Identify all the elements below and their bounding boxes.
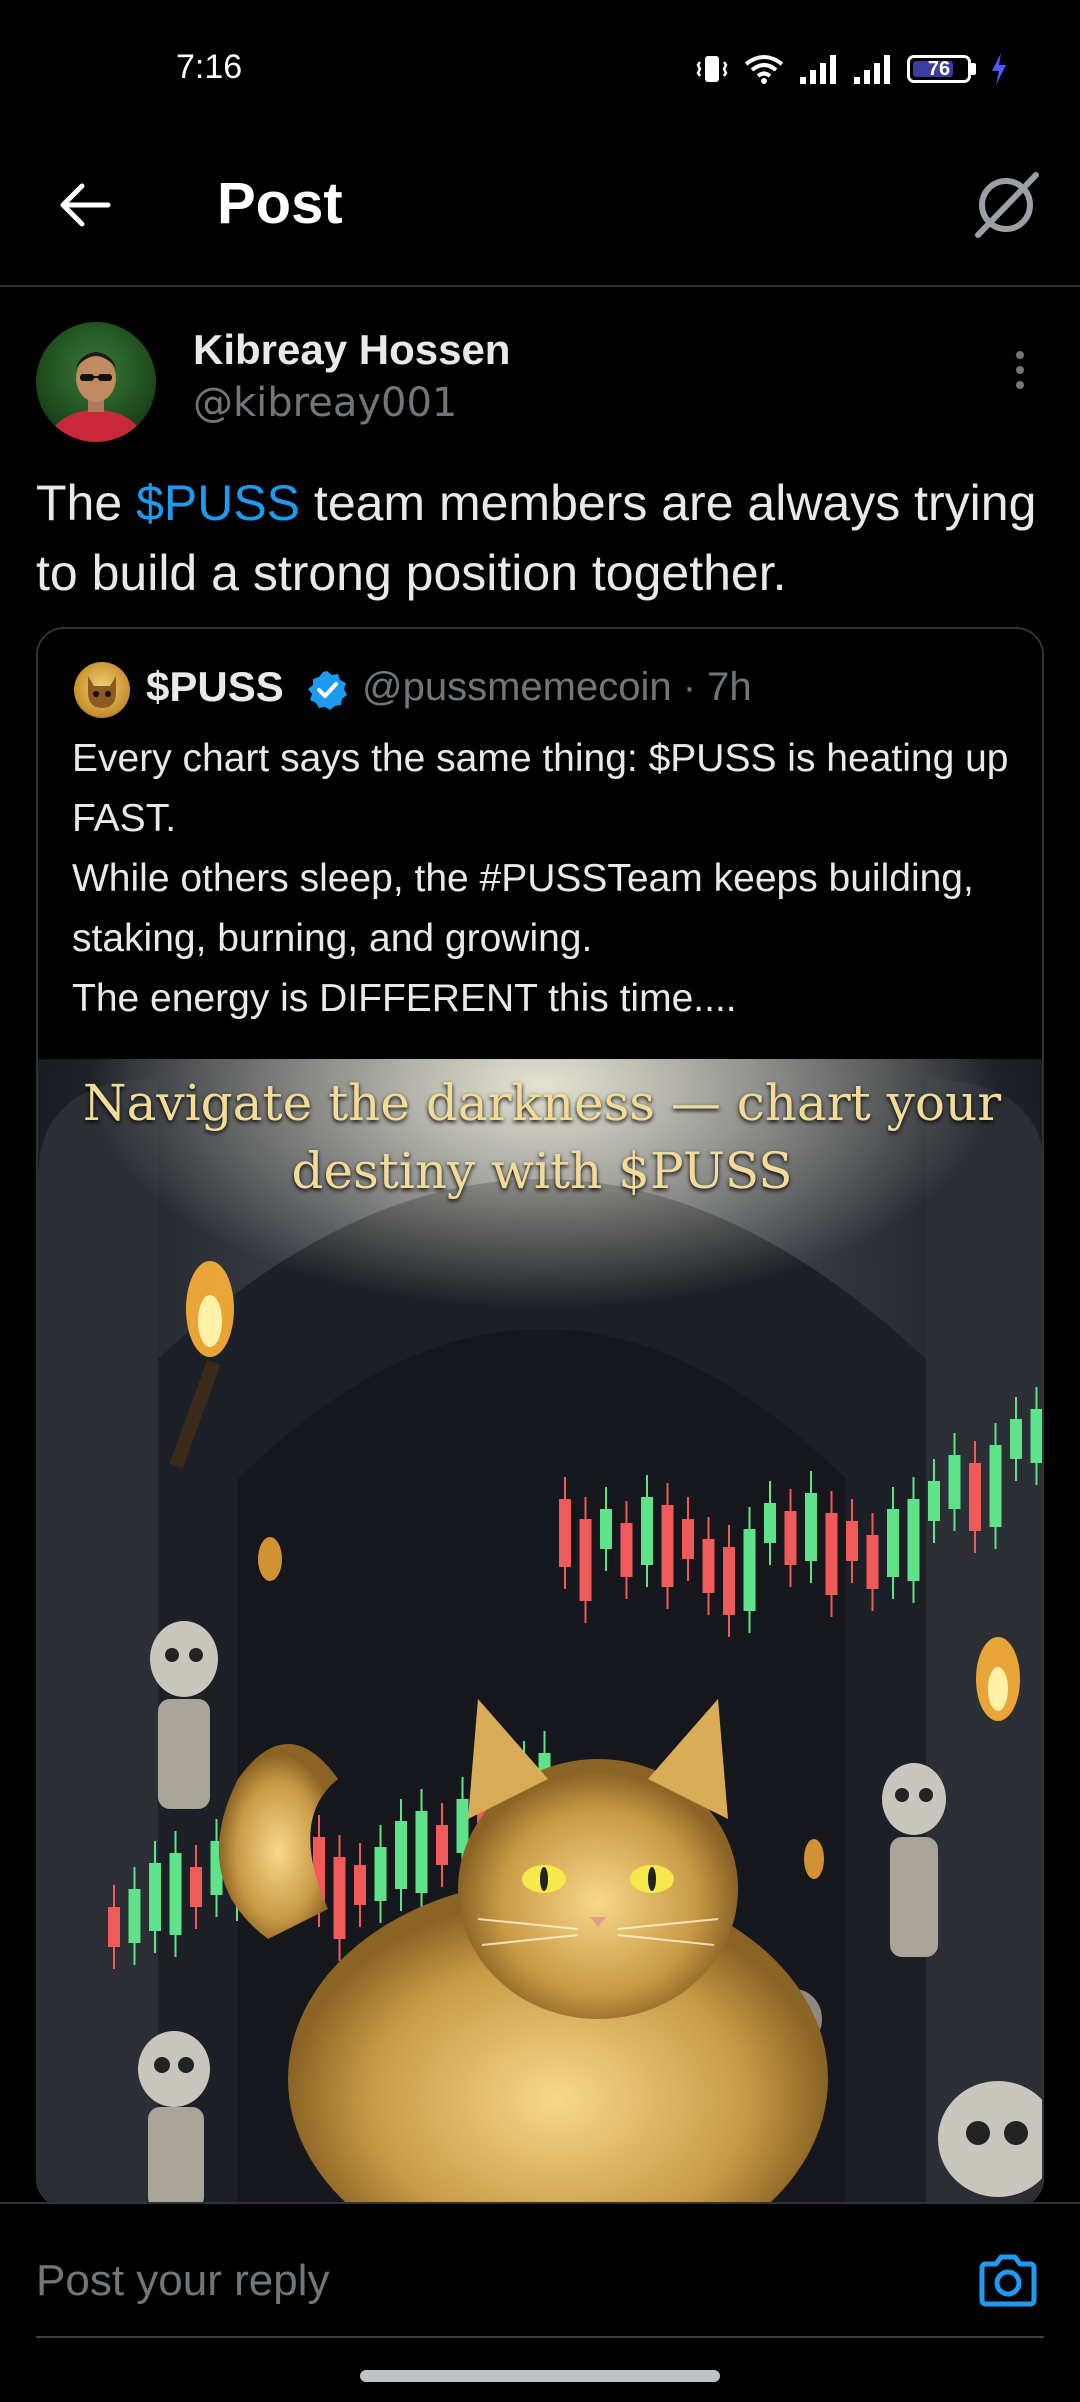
- reply-bar: Post your reply: [0, 2202, 1080, 2402]
- candle-body: [149, 1863, 161, 1931]
- candle-body: [1010, 1419, 1022, 1459]
- candle-body: [641, 1497, 653, 1565]
- candle-body: [579, 1519, 592, 1601]
- signal-icon: [854, 55, 890, 84]
- candle-body: [805, 1493, 817, 1561]
- candle-body: [600, 1509, 612, 1549]
- candle-body: [354, 1865, 366, 1905]
- quoted-avatar: [74, 662, 130, 718]
- signal-icon: [800, 55, 836, 84]
- quoted-post-image[interactable]: Navigate the darkness — chart your desti…: [38, 1059, 1042, 2205]
- candle-body: [395, 1821, 407, 1889]
- more-dot-icon: [1016, 381, 1024, 389]
- charging-icon: [992, 53, 1006, 85]
- author-handle[interactable]: @kibreay001: [193, 380, 457, 426]
- candle-body: [928, 1481, 940, 1521]
- page-title: Post: [217, 171, 343, 236]
- vibrate-icon: [696, 56, 728, 82]
- home-indicator[interactable]: [360, 2370, 720, 2382]
- candle-body: [702, 1539, 715, 1593]
- candle-body: [374, 1847, 387, 1901]
- candle-body: [333, 1857, 346, 1939]
- candle-body: [989, 1445, 1002, 1527]
- image-caption-text: Navigate the darkness — chart your desti…: [82, 1074, 1002, 1200]
- status-icons: 76: [695, 52, 1008, 86]
- candle-body: [969, 1463, 981, 1531]
- author-avatar[interactable]: [36, 322, 156, 442]
- candle-body: [559, 1499, 571, 1567]
- candle-body: [907, 1499, 920, 1581]
- grok-button[interactable]: [966, 165, 1046, 245]
- header-divider: [0, 285, 1080, 287]
- quoted-author-handle: @pussmemecoin · 7h: [362, 665, 752, 709]
- candle-body: [846, 1521, 858, 1561]
- candle-body: [784, 1511, 797, 1565]
- post-text: The $PUSS team members are always trying…: [36, 468, 1056, 608]
- candle-body: [436, 1825, 448, 1865]
- candle-body: [108, 1907, 120, 1947]
- candle-body: [948, 1455, 961, 1509]
- more-options-button[interactable]: [1000, 345, 1040, 395]
- illustration: [38, 1059, 1042, 2205]
- candle-body: [825, 1513, 838, 1595]
- author-name[interactable]: Kibreay Hossen: [193, 326, 510, 374]
- back-arrow-icon: [60, 183, 111, 227]
- post-text-before: The: [36, 475, 137, 531]
- quoted-post-card[interactable]: $PUSS @pussmemecoin · 7h Every chart say…: [36, 627, 1044, 2207]
- reply-input[interactable]: Post your reply: [36, 2256, 329, 2306]
- back-button[interactable]: [50, 170, 120, 240]
- verified-badge-icon: [308, 671, 347, 710]
- candle-body: [764, 1503, 776, 1543]
- candle-body: [620, 1523, 633, 1577]
- battery-level: 76: [927, 57, 951, 80]
- quoted-post-text: Every chart says the same thing: $PUSS i…: [72, 737, 1009, 1020]
- quoted-author-name: $PUSS: [146, 663, 284, 710]
- candle-body: [415, 1811, 428, 1893]
- wifi-icon: [744, 55, 784, 84]
- more-dot-icon: [1016, 366, 1024, 374]
- candle-body: [866, 1535, 879, 1589]
- candle-body: [723, 1547, 735, 1615]
- status-time: 7:16: [176, 48, 243, 86]
- camera-icon[interactable]: [976, 2252, 1040, 2308]
- candle-body: [190, 1867, 202, 1907]
- candle-body: [682, 1519, 694, 1559]
- candle-body: [661, 1505, 674, 1587]
- cashtag-link[interactable]: $PUSS: [136, 475, 300, 531]
- candle-body: [1030, 1409, 1042, 1463]
- candle-body: [128, 1889, 141, 1943]
- battery-icon: 76: [907, 55, 976, 83]
- grok-icon: [975, 172, 1039, 238]
- candle-body: [743, 1529, 756, 1611]
- more-dot-icon: [1016, 351, 1024, 359]
- candle-body: [169, 1853, 182, 1935]
- candle-body: [887, 1509, 899, 1577]
- reply-input-underline: [36, 2336, 1044, 2338]
